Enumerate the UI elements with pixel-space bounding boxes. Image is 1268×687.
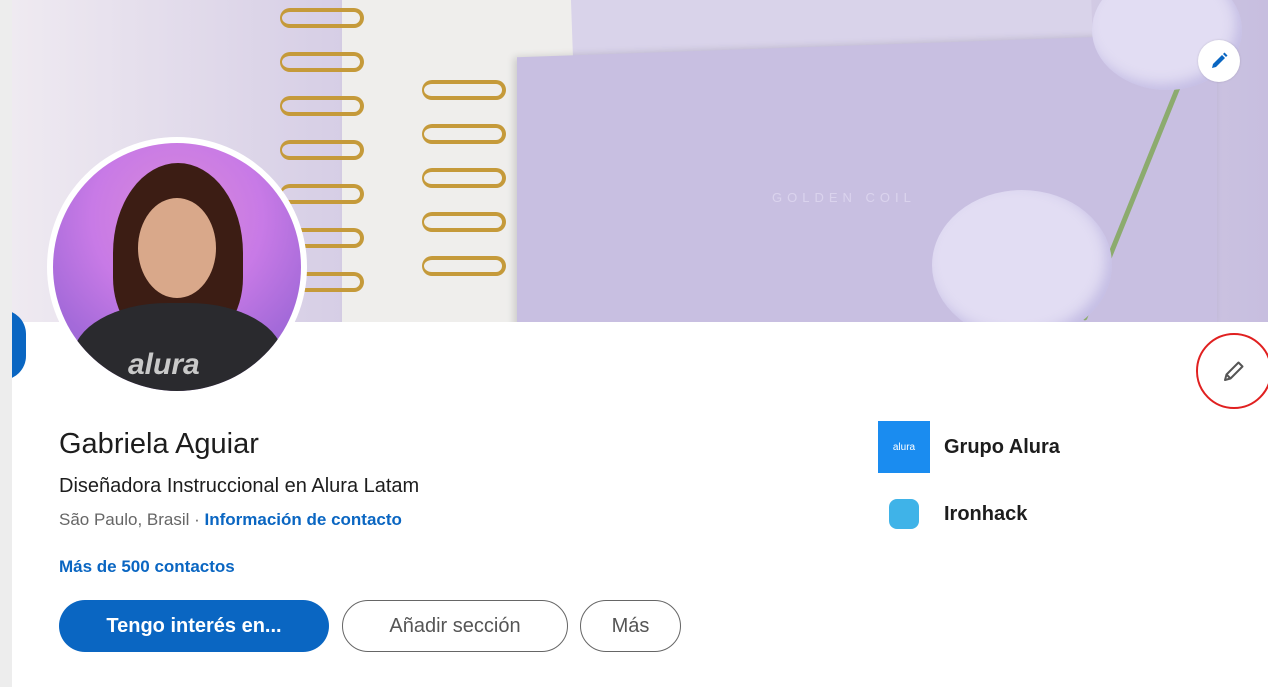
pencil-icon: [1212, 52, 1228, 68]
open-to-button[interactable]: Tengo interés en...: [59, 600, 329, 652]
org-item-ironhack[interactable]: Ironhack: [878, 488, 1027, 540]
org-name: Grupo Alura: [944, 435, 1060, 458]
coil: [422, 256, 506, 276]
pencil-icon: [1224, 361, 1244, 381]
ironhack-logo-wrapper: [878, 488, 930, 540]
location-text: São Paulo, Brasil: [59, 510, 190, 529]
separator: ·: [189, 510, 205, 529]
coil: [422, 80, 506, 100]
banner-notebook-main: [517, 32, 1217, 322]
more-button[interactable]: Más: [580, 600, 681, 652]
edit-profile-button[interactable]: [1196, 333, 1268, 409]
coil: [280, 184, 364, 204]
coil: [280, 140, 364, 160]
coil: [280, 52, 364, 72]
add-section-button[interactable]: Añadir sección: [342, 600, 568, 652]
avatar[interactable]: alura: [47, 137, 307, 397]
profile-location-line: São Paulo, Brasil · Información de conta…: [59, 510, 402, 530]
coil: [422, 168, 506, 188]
edit-banner-button[interactable]: [1198, 40, 1240, 82]
alura-logo: alura: [878, 421, 930, 473]
contact-info-link[interactable]: Información de contacto: [205, 510, 402, 529]
coil: [422, 124, 506, 144]
profile-name: Gabriela Aguiar: [59, 428, 259, 460]
coil: [280, 8, 364, 28]
coil: [422, 212, 506, 232]
notebook-cover-text: GOLDEN COIL: [772, 190, 916, 205]
org-name: Ironhack: [944, 502, 1028, 525]
avatar-shirt-text: alura: [128, 348, 200, 381]
avatar-photo: alura: [53, 143, 301, 391]
avatar-face: [138, 198, 216, 298]
org-item-alura[interactable]: alura Grupo Alura: [878, 421, 1060, 473]
coil: [280, 96, 364, 116]
ironhack-logo: [889, 499, 919, 529]
connections-link[interactable]: Más de 500 contactos: [59, 557, 235, 577]
profile-headline: Diseñadora Instruccional en Alura Latam: [59, 475, 420, 497]
profile-card: GOLDEN COIL alura Gabriela Aguiar Diseña…: [12, 0, 1268, 687]
